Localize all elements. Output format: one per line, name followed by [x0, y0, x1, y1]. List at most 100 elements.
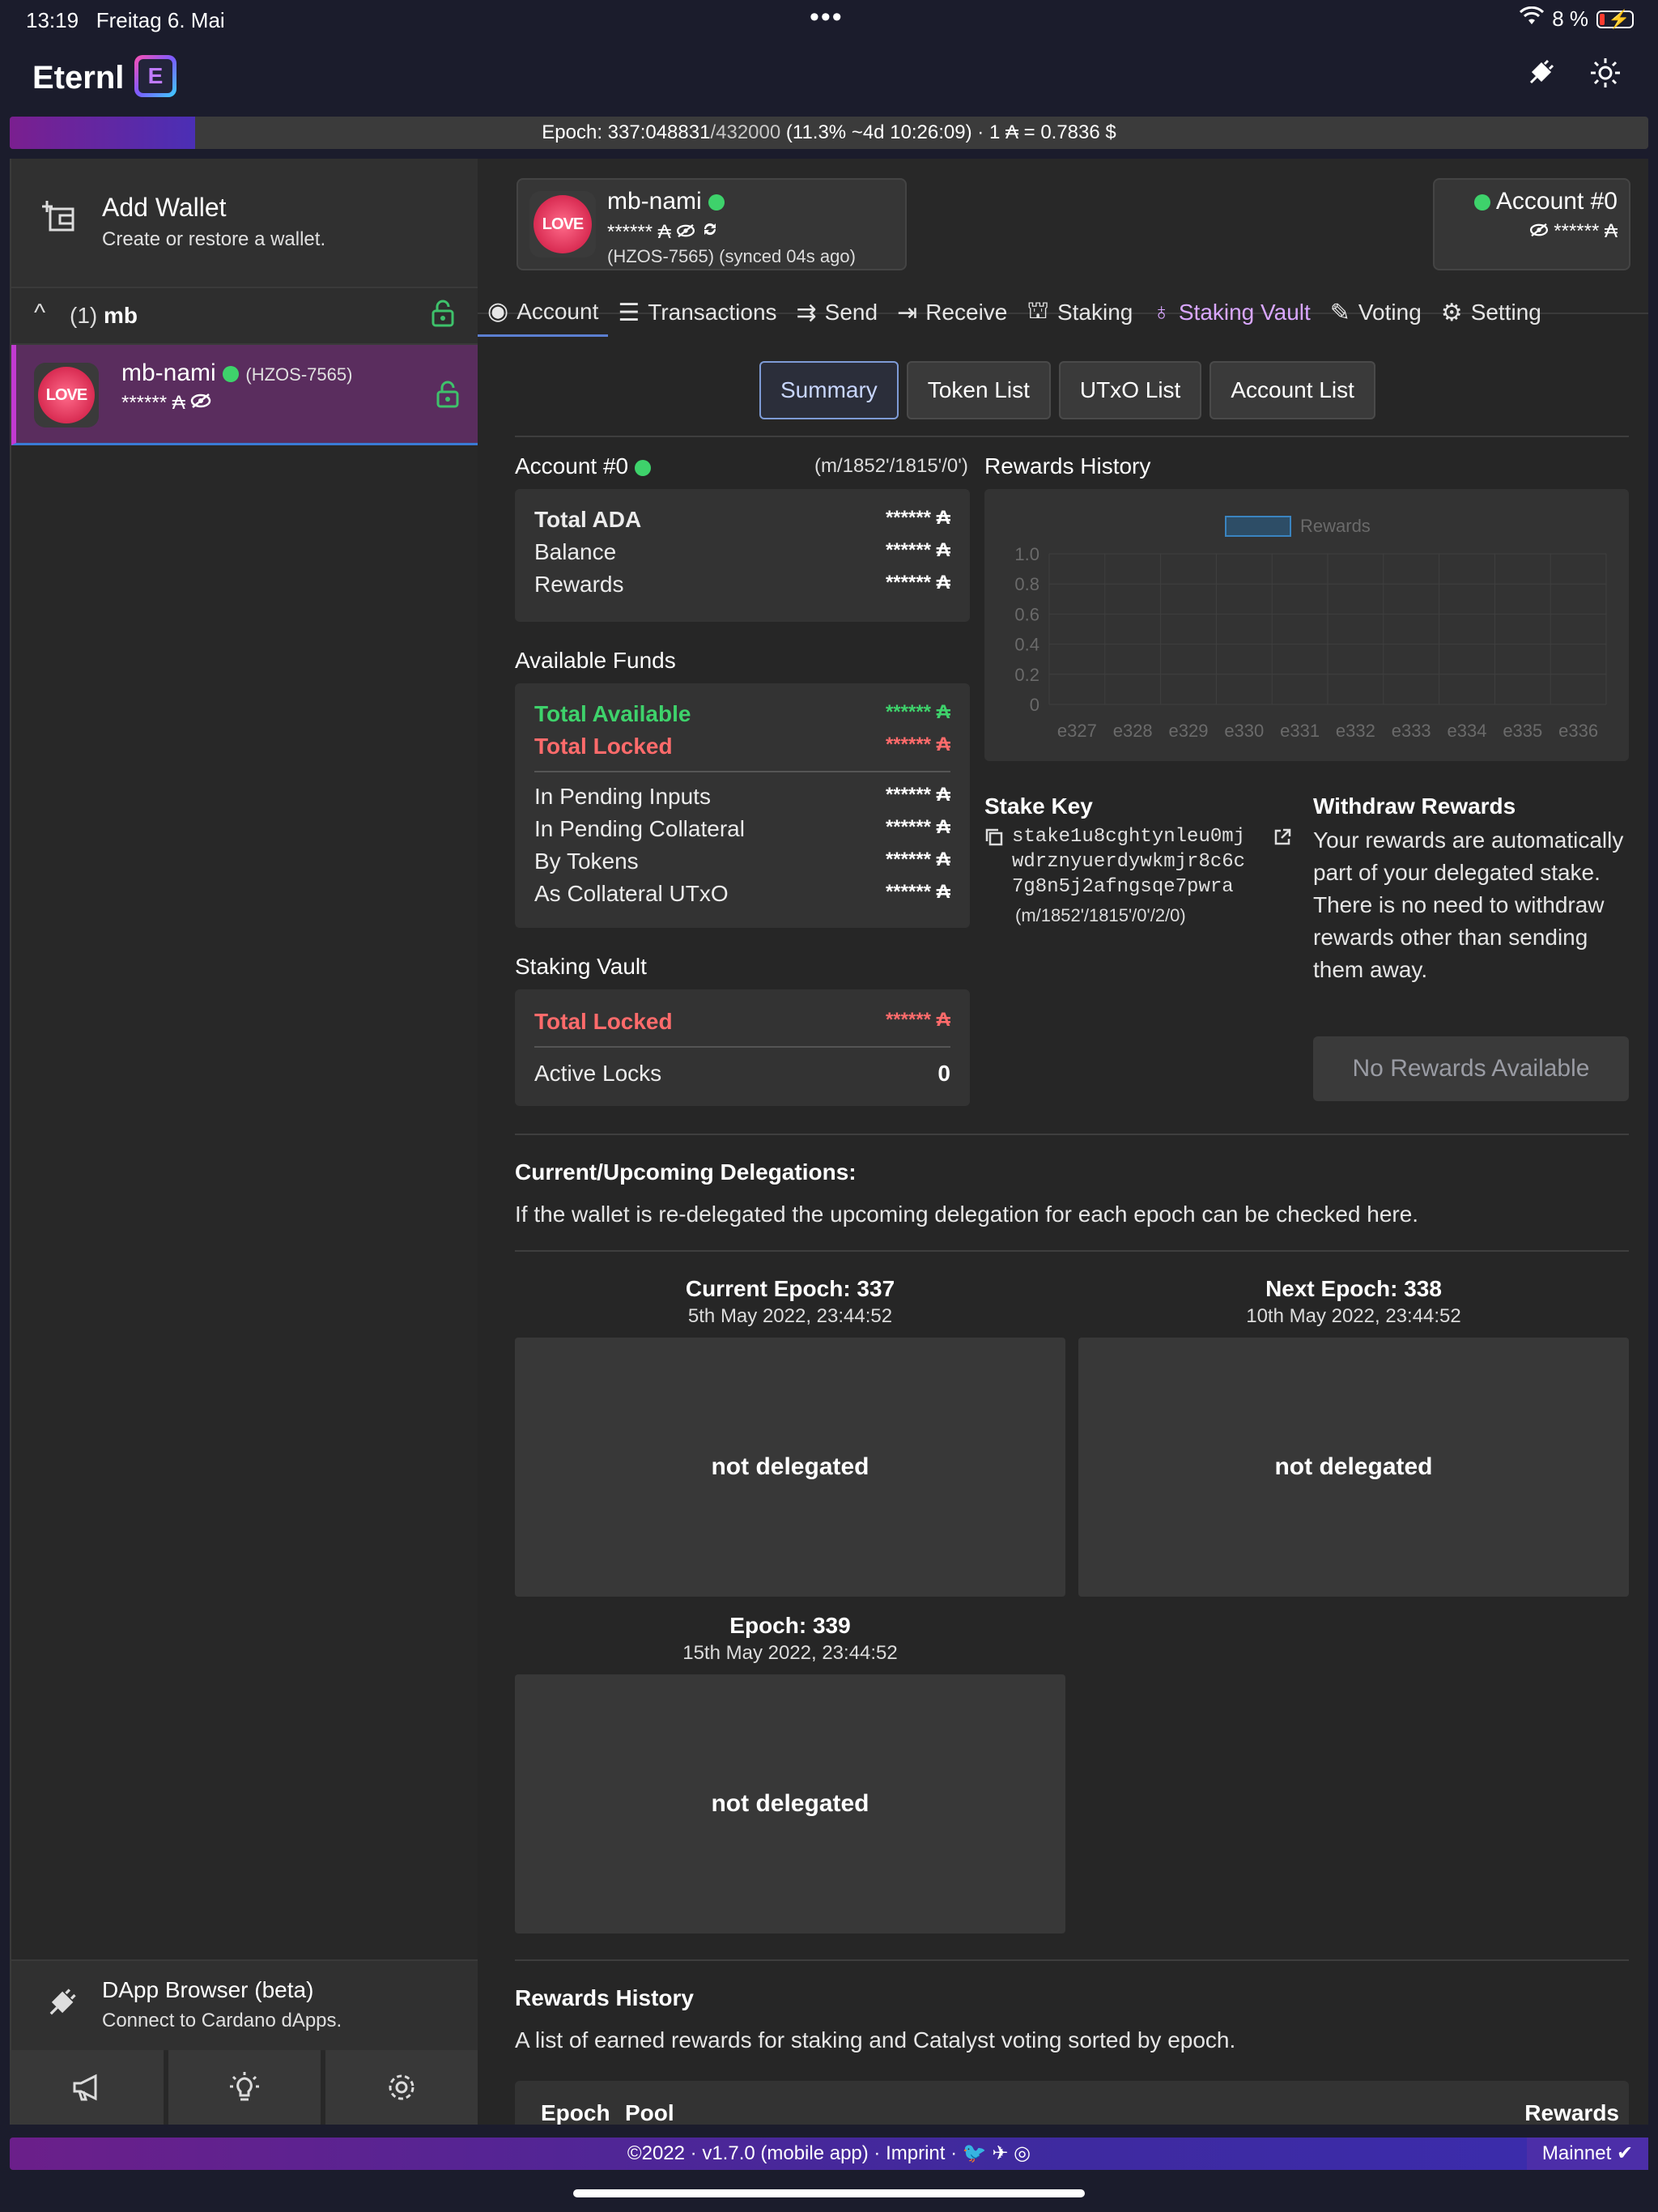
lightbulb-icon[interactable] — [168, 2050, 321, 2125]
voting-icon: ✎ — [1329, 299, 1350, 326]
staking-icon: ⛫ — [1027, 297, 1049, 324]
stake-key-value[interactable]: stake1u8cghtynleu0mj wdrznyuerdywkmjr8c6c… — [1012, 824, 1245, 900]
wallet-balance: ****** ₳ — [121, 392, 211, 415]
rewards-row: Rewards ****** ₳ — [534, 572, 950, 597]
add-wallet-title: Add Wallet — [102, 193, 227, 222]
sidebar-item-wallet[interactable]: LOVE mb-nami (HZOS-7565) ****** ₳ — [11, 345, 478, 445]
add-wallet-subtitle: Create or restore a wallet. — [102, 228, 326, 250]
y-tick-label: 1.0 — [1014, 544, 1039, 564]
divider — [515, 436, 1629, 437]
external-link-icon[interactable] — [1273, 827, 1292, 851]
column-rewards: Rewards — [1524, 2100, 1619, 2125]
account-card-balance: ****** ₳ — [1529, 220, 1618, 243]
wallet-avatar: LOVE — [34, 363, 99, 428]
gear-icon[interactable] — [325, 2050, 478, 2125]
tab-transactions[interactable]: ☰ Transactions — [608, 288, 786, 337]
total-ada-row: Total ADA ****** ₳ — [534, 507, 950, 532]
collateral-utxo-row: As Collateral UTxO ****** ₳ — [534, 881, 950, 906]
home-indicator[interactable] — [573, 2189, 1085, 2197]
app-header: Eternl E — [0, 39, 1658, 117]
main-content: LOVE mb-nami ****** ₳ (HZOS-7565) (synce… — [478, 159, 1648, 2125]
settings-icon: ⚙ — [1440, 299, 1463, 326]
x-tick-label: e331 — [1280, 721, 1320, 741]
y-tick-label: 0.4 — [1014, 635, 1039, 655]
status-time: 13:19 Freitag 6. Mai — [26, 8, 225, 32]
x-tick-label: e329 — [1169, 721, 1209, 741]
plug-icon — [44, 1985, 79, 2030]
account-subtabs: Summary Token List UTxO List Account Lis… — [759, 361, 1375, 419]
online-indicator — [708, 194, 725, 211]
eye-off-icon[interactable] — [1529, 220, 1549, 242]
tab-receive[interactable]: ⇥ Receive — [887, 288, 1017, 337]
add-wallet-button[interactable]: Add Wallet Create or restore a wallet. — [11, 159, 478, 288]
x-tick-label: e336 — [1558, 721, 1598, 741]
x-tick-label: e330 — [1224, 721, 1264, 741]
account-card[interactable]: Account #0 ****** ₳ — [1433, 178, 1630, 270]
next-epoch-header: Next Epoch: 338 10th May 2022, 23:44:52 — [1246, 1276, 1461, 1327]
tab-staking[interactable]: ⛫ Staking — [1017, 288, 1142, 337]
x-tick-label: e332 — [1336, 721, 1375, 741]
tab-settings[interactable]: ⚙ Setting — [1431, 288, 1551, 337]
rewards-chart-svg: Rewards 1.0 0.8 0.6 0.4 0.2 0 e327 e328 e329 e330 e… — [1014, 516, 1607, 741]
wallet-card-name: mb-nami — [607, 188, 725, 215]
dapp-browser-title: DApp Browser (beta) — [102, 1977, 314, 2002]
network-badge[interactable]: Mainnet ✔ — [1527, 2138, 1648, 2170]
by-tokens-row: By Tokens ****** ₳ — [534, 849, 950, 874]
lock-icon[interactable] — [436, 381, 460, 415]
wallet-group-label: (1) mb — [70, 303, 138, 328]
sync-icon[interactable] — [701, 221, 719, 243]
copy-icon[interactable] — [984, 827, 1004, 852]
wallet-card-balance: ****** ₳ — [607, 220, 719, 244]
no-rewards-button[interactable]: No Rewards Available — [1313, 1036, 1629, 1101]
total-available-row: Total Available ****** ₳ — [534, 701, 950, 726]
tab-voting[interactable]: ✎ Voting — [1320, 288, 1431, 337]
tab-send[interactable]: ⇉ Send — [787, 288, 888, 337]
stake-key-path: (m/1852'/1815'/0'/2/0) — [1015, 905, 1186, 925]
plug-icon[interactable] — [1520, 57, 1561, 97]
online-indicator — [1474, 194, 1491, 211]
legend-swatch — [1225, 516, 1291, 537]
dapp-browser-subtitle: Connect to Cardano dApps. — [102, 2010, 342, 2031]
twitter-icon[interactable]: 🐦 — [963, 2142, 987, 2164]
eye-off-icon[interactable] — [190, 392, 211, 414]
battery-icon: ⚡ — [1596, 9, 1634, 29]
subtab-summary[interactable]: Summary — [759, 361, 899, 419]
wallet-name: mb-nami (HZOS-7565) — [121, 359, 353, 386]
subtab-utxo-list[interactable]: UTxO List — [1058, 361, 1202, 419]
withdraw-rewards-title: Withdraw Rewards — [1313, 793, 1516, 819]
discord-icon[interactable]: ◎ — [1014, 2142, 1031, 2164]
lock-icon[interactable] — [431, 300, 455, 334]
tab-account[interactable]: ◉ Account — [478, 288, 609, 337]
wallet-card[interactable]: LOVE mb-nami ****** ₳ (HZOS-7565) (synce… — [517, 178, 907, 270]
eye-off-icon[interactable] — [676, 221, 695, 243]
balance-row: Balance ****** ₳ — [534, 539, 950, 564]
multitask-dots[interactable]: ••• — [810, 2, 844, 33]
column-epoch: Epoch — [541, 2100, 610, 2125]
chevron-up-icon: ^ — [34, 300, 46, 326]
pending-inputs-row: In Pending Inputs ****** ₳ — [534, 784, 950, 809]
epoch-progress-bar: Epoch: 337:048831/432000 (11.3% ~4d 10:2… — [10, 117, 1648, 149]
tab-staking-vault[interactable]: ♁ Staking Vault — [1142, 288, 1320, 337]
online-indicator — [634, 459, 651, 476]
telegram-icon[interactable]: ✈ — [992, 2142, 1008, 2164]
account-path: (m/1852'/1815'/0') — [814, 455, 968, 477]
pending-collateral-row: In Pending Collateral ****** ₳ — [534, 816, 950, 841]
subtab-token-list[interactable]: Token List — [906, 361, 1051, 419]
megaphone-icon[interactable] — [11, 2050, 164, 2125]
rewards-chart: Rewards 1.0 0.8 0.6 0.4 0.2 0 e327 e328 e329 e330 e… — [984, 489, 1629, 761]
available-funds-title: Available Funds — [515, 648, 676, 673]
wallet-group-header[interactable]: ^ (1) mb — [11, 288, 478, 345]
sun-icon[interactable] — [1585, 57, 1626, 97]
vault-total-locked-row: Total Locked ****** ₳ — [534, 1009, 950, 1034]
divider — [515, 1250, 1629, 1252]
delegations-text: If the wallet is re-delegated the upcomi… — [515, 1202, 1419, 1227]
sidebar-bottom-buttons — [11, 2050, 478, 2125]
x-tick-label: e327 — [1057, 721, 1097, 741]
subtab-account-list[interactable]: Account List — [1209, 361, 1375, 419]
dapp-browser-button[interactable]: DApp Browser (beta) Connect to Cardano d… — [11, 1959, 478, 2050]
wifi-icon — [1520, 6, 1545, 32]
active-locks-row: Active Locks 0 — [534, 1061, 950, 1086]
total-locked-row: Total Locked ****** ₳ — [534, 734, 950, 759]
wallet-tabs: ◉ Account ☰ Transactions ⇉ Send ⇥ Receive ⛫ S… — [478, 288, 1648, 337]
rewards-history-chart-title: Rewards History — [984, 453, 1151, 479]
